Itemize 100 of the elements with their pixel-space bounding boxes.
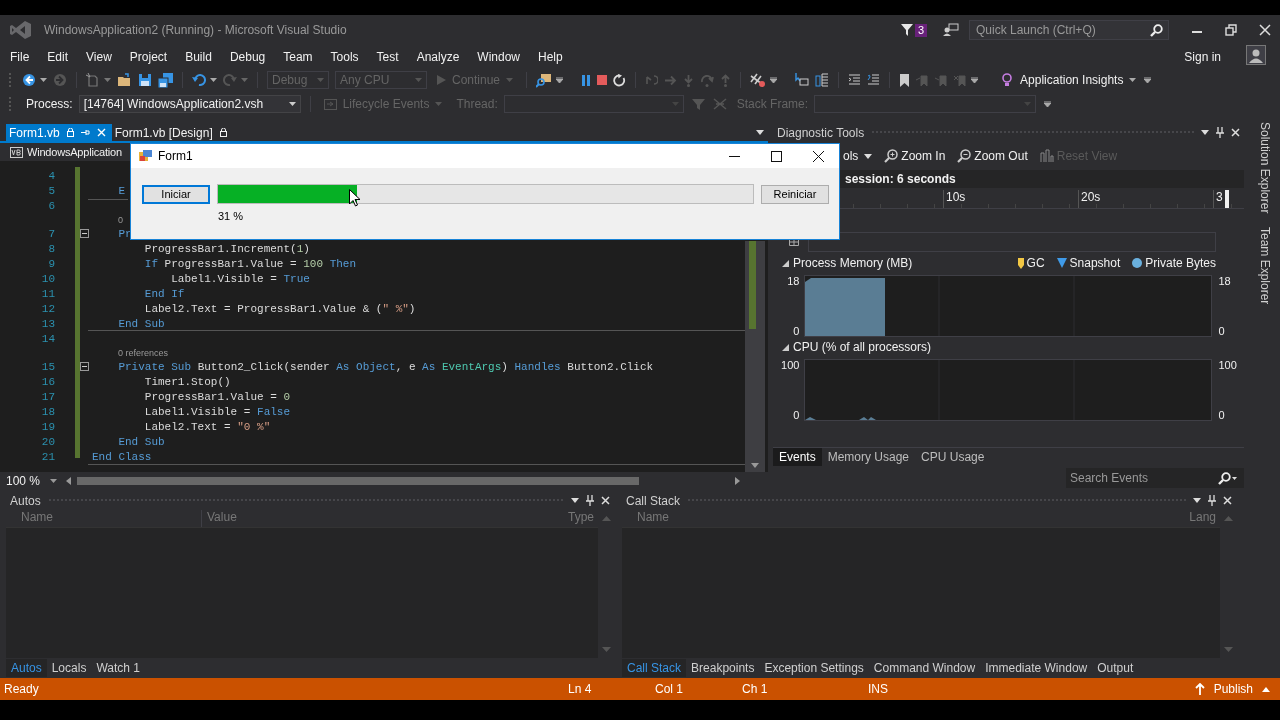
sign-in-link[interactable]: Sign in — [1184, 49, 1221, 64]
columns-icon[interactable] — [815, 73, 830, 87]
scroll-right-icon[interactable] — [735, 477, 740, 485]
panel-tab[interactable]: Output — [1092, 659, 1139, 677]
reset-button[interactable]: Reiniciar — [761, 184, 829, 204]
feedback-icon[interactable] — [943, 23, 959, 37]
indent-icon[interactable] — [848, 74, 862, 86]
search-icon[interactable] — [1218, 472, 1238, 485]
caret-icon[interactable] — [1044, 101, 1052, 107]
restart-icon[interactable] — [613, 73, 627, 87]
cursor-box-icon[interactable] — [795, 73, 810, 87]
line-number: 19 — [40, 420, 55, 433]
collapse-icon[interactable] — [80, 362, 89, 371]
quick-launch-field[interactable]: Quick Launch (Ctrl+Q) — [969, 20, 1169, 40]
menu-item[interactable]: View — [77, 49, 121, 64]
light-bulb-icon[interactable] — [1002, 73, 1013, 87]
caret-icon[interactable] — [40, 78, 47, 82]
side-tab[interactable]: Solution Explorer — [1258, 122, 1272, 214]
panel-tab[interactable]: Exception Settings — [759, 659, 869, 677]
zoom-out-button[interactable]: Zoom Out — [957, 149, 1028, 163]
editor-tab[interactable]: Form1.vb [Design] — [111, 124, 232, 141]
code-lens-link[interactable]: 0 references — [118, 347, 169, 358]
find-icon[interactable] — [536, 72, 553, 88]
menu-item[interactable]: Window — [468, 49, 529, 64]
pin-icon[interactable] — [1208, 495, 1216, 506]
menu-item[interactable]: Edit — [38, 49, 78, 64]
collapse-icon[interactable] — [782, 343, 789, 351]
collapse-icon[interactable] — [782, 259, 789, 267]
bookmark-icon[interactable] — [899, 73, 911, 87]
menu-item[interactable]: Build — [176, 49, 221, 64]
new-project-icon[interactable] — [86, 73, 100, 87]
stop-icon[interactable] — [597, 75, 608, 85]
caret-icon[interactable] — [756, 130, 764, 135]
side-tab[interactable]: Team Explorer — [1258, 227, 1272, 305]
select-tools-button[interactable]: ols — [843, 149, 873, 163]
restore-icon[interactable] — [1225, 24, 1237, 36]
start-button[interactable]: Iniciar — [142, 184, 210, 204]
close-icon[interactable] — [813, 150, 824, 162]
save-all-icon[interactable] — [158, 72, 173, 88]
filter-icon[interactable] — [899, 23, 914, 37]
caret-icon[interactable] — [770, 77, 778, 83]
menu-item[interactable]: Project — [120, 49, 177, 64]
search-icon[interactable] — [1150, 24, 1163, 37]
code-lens-link[interactable]: 0 — [118, 214, 123, 225]
breakpoints-icon[interactable] — [750, 72, 767, 88]
notification-badge[interactable]: 3 — [914, 23, 927, 37]
window-title: Form1 — [158, 149, 193, 163]
panel-tab[interactable]: CPU Usage — [915, 448, 991, 466]
caret-icon[interactable] — [556, 77, 564, 83]
publish-button[interactable]: Publish — [1194, 682, 1270, 696]
project-dropdown[interactable]: WindowsApplication — [27, 146, 122, 158]
zoom-in-icon — [884, 149, 899, 163]
panel-tab[interactable]: Locals — [46, 659, 92, 677]
caret-icon — [288, 102, 296, 106]
caret-icon[interactable] — [1201, 130, 1209, 135]
avatar-icon[interactable] — [1246, 44, 1266, 65]
panel-tab[interactable]: Command Window — [868, 659, 981, 677]
collapse-icon[interactable] — [80, 229, 89, 238]
panel-tab[interactable]: Breakpoints — [686, 659, 760, 677]
panel-tab[interactable]: Call Stack — [622, 659, 687, 677]
panel-tab[interactable]: Memory Usage — [821, 448, 916, 466]
pin-icon[interactable] — [1216, 127, 1224, 138]
line-number: 7 — [47, 227, 55, 240]
menu-item[interactable]: Team — [274, 49, 322, 64]
caret-icon[interactable] — [1193, 498, 1201, 503]
panel-tab[interactable]: Immediate Window — [980, 659, 1093, 677]
caret-icon[interactable] — [1144, 77, 1152, 83]
caret-icon[interactable] — [210, 78, 217, 82]
process-dropdown[interactable]: [14764] WindowsApplication2.vsh — [78, 95, 301, 113]
menu-item[interactable]: Analyze — [407, 49, 469, 64]
vertical-scrollbar[interactable] — [745, 241, 765, 472]
menu-item[interactable]: Test — [367, 49, 408, 64]
menu-item[interactable]: Debug — [220, 49, 275, 64]
save-icon[interactable] — [138, 73, 152, 87]
zoom-dropdown[interactable]: 100 % — [0, 474, 66, 488]
maximize-icon[interactable] — [771, 150, 782, 162]
application-insights-button[interactable]: Application Insights — [1016, 70, 1141, 90]
pause-icon[interactable] — [581, 74, 592, 86]
scroll-left-icon[interactable] — [66, 477, 71, 485]
back-icon[interactable] — [22, 73, 36, 87]
folder-icon[interactable] — [117, 73, 132, 87]
zoom-in-button[interactable]: Zoom In — [884, 149, 946, 163]
menu-item[interactable]: Help — [529, 49, 572, 64]
scroll-down-icon[interactable] — [751, 463, 759, 468]
menu-item[interactable]: File — [1, 49, 39, 64]
undo-icon[interactable] — [192, 73, 206, 87]
search-events-field[interactable]: Search Events — [1066, 468, 1244, 488]
pin-icon[interactable] — [586, 495, 594, 506]
caret-icon[interactable] — [571, 498, 579, 503]
menu-item[interactable]: Tools — [321, 49, 368, 64]
panel-tab[interactable]: Watch 1 — [91, 659, 145, 677]
panel-tab[interactable]: Autos — [6, 659, 47, 677]
legend-label: GC — [1026, 256, 1045, 270]
panel-tab[interactable]: Events — [773, 448, 822, 466]
horizontal-scrollbar[interactable] — [66, 474, 740, 488]
comment-lines-icon[interactable] — [867, 74, 881, 86]
bar-chart-icon — [1039, 149, 1054, 163]
scroll-thumb[interactable] — [749, 241, 756, 329]
caret-icon[interactable] — [971, 77, 979, 83]
timeline-label: 10s — [943, 190, 966, 208]
